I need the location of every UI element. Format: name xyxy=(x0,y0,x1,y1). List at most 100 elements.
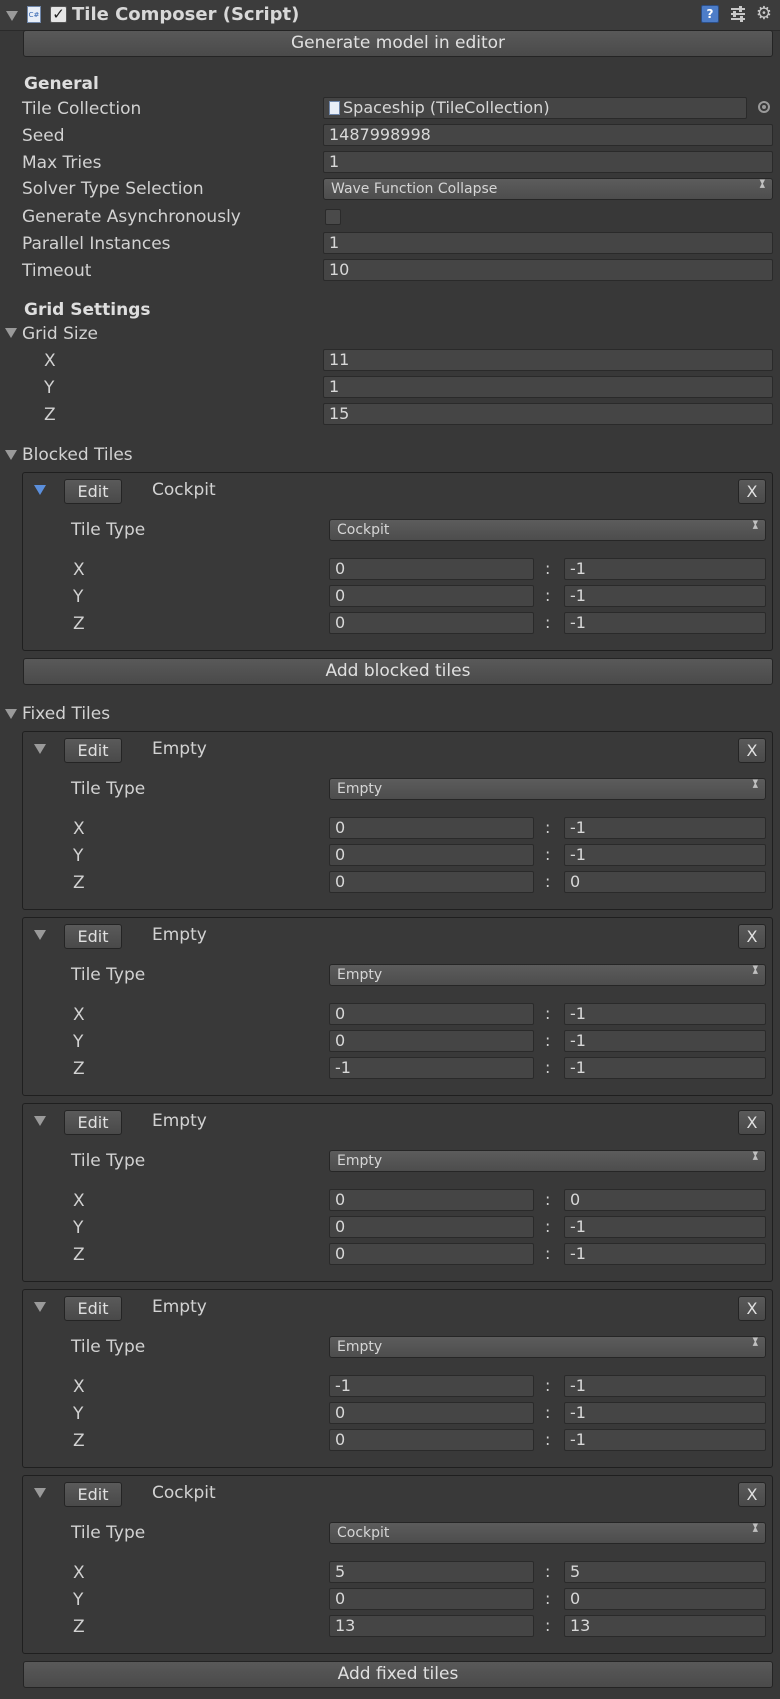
y-label: Y xyxy=(73,1218,84,1238)
tile-type-dropdown[interactable]: Empty ▲ ▼ xyxy=(329,778,766,800)
y-max-input[interactable]: -1 xyxy=(564,1030,766,1052)
y-min-input[interactable]: 0 xyxy=(329,585,534,607)
tile-collection-field[interactable]: Spaceship (TileCollection) xyxy=(323,97,747,119)
max-tries-label: Max Tries xyxy=(22,153,102,173)
grid-size-foldout-icon[interactable] xyxy=(5,328,17,338)
x-label: X xyxy=(73,1563,85,1583)
entry-foldout-icon[interactable] xyxy=(34,744,46,754)
edit-button[interactable]: Edit xyxy=(64,738,122,763)
x-max-input[interactable]: -1 xyxy=(564,558,766,580)
y-min-input[interactable]: 0 xyxy=(329,1030,534,1052)
edit-button[interactable]: Edit xyxy=(64,1110,122,1135)
x-max-input[interactable]: -1 xyxy=(564,1003,766,1025)
remove-button[interactable]: X xyxy=(738,738,766,763)
parallel-instances-input[interactable]: 1 xyxy=(323,232,773,254)
entry-foldout-icon[interactable] xyxy=(34,485,46,495)
edit-button[interactable]: Edit xyxy=(64,1296,122,1321)
range-separator: : xyxy=(545,1376,551,1395)
component-enabled-checkbox[interactable]: ✓ xyxy=(50,6,67,23)
entry-foldout-icon[interactable] xyxy=(34,930,46,940)
foldout-arrow-icon[interactable] xyxy=(6,11,18,21)
x-min-input[interactable]: 0 xyxy=(329,817,534,839)
script-icon: C# xyxy=(27,6,41,23)
fixed-tile-entry: Edit Empty X Tile Type Empty ▲ ▼ X -1: -1 Y 0: -1 Z 0:… xyxy=(22,1289,773,1468)
grid-z-input[interactable]: 15 xyxy=(323,403,773,425)
y-label: Y xyxy=(73,1032,84,1052)
preset-icon[interactable] xyxy=(729,5,747,23)
grid-x-input[interactable]: 11 xyxy=(323,349,773,371)
max-tries-input[interactable]: 1 xyxy=(323,151,773,173)
blocked-tiles-foldout-icon[interactable] xyxy=(5,450,17,460)
x-max-input[interactable]: -1 xyxy=(564,1375,766,1397)
z-min-input[interactable]: -1 xyxy=(329,1057,534,1079)
range-separator: : xyxy=(545,1190,551,1209)
dropdown-arrow-icon: ▲ ▼ xyxy=(752,1150,758,1161)
z-min-input[interactable]: 0 xyxy=(329,612,534,634)
y-max-input[interactable]: -1 xyxy=(564,1216,766,1238)
y-min-input[interactable]: 0 xyxy=(329,1402,534,1424)
grid-size-label: Grid Size xyxy=(22,324,98,344)
tile-type-value: Empty xyxy=(337,781,383,797)
grid-settings-heading: Grid Settings xyxy=(24,300,151,320)
x-min-input[interactable]: 5 xyxy=(329,1561,534,1583)
asset-file-icon xyxy=(329,101,340,115)
z-min-input[interactable]: 0 xyxy=(329,1429,534,1451)
z-max-input[interactable]: 13 xyxy=(564,1615,766,1637)
seed-input[interactable]: 1487998998 xyxy=(323,124,773,146)
add-fixed-tiles-button[interactable]: Add fixed tiles xyxy=(23,1661,773,1688)
grid-y-input[interactable]: 1 xyxy=(323,376,773,398)
z-min-input[interactable]: 0 xyxy=(329,1243,534,1265)
tile-type-dropdown[interactable]: Empty ▲ ▼ xyxy=(329,964,766,986)
generate-model-button[interactable]: Generate model in editor xyxy=(23,30,773,57)
x-min-input[interactable]: -1 xyxy=(329,1375,534,1397)
tile-type-dropdown[interactable]: Cockpit ▲ ▼ xyxy=(329,1522,766,1544)
tile-type-dropdown[interactable]: Cockpit ▲ ▼ xyxy=(329,519,766,541)
z-min-input[interactable]: 0 xyxy=(329,871,534,893)
remove-button[interactable]: X xyxy=(738,1296,766,1321)
y-max-input[interactable]: 0 xyxy=(564,1588,766,1610)
x-min-input[interactable]: 0 xyxy=(329,558,534,580)
fixed-tiles-foldout-icon[interactable] xyxy=(5,709,17,719)
tile-type-dropdown[interactable]: Empty ▲ ▼ xyxy=(329,1336,766,1358)
x-max-input[interactable]: -1 xyxy=(564,817,766,839)
gear-icon[interactable]: ⚙ xyxy=(755,5,773,23)
z-min-input[interactable]: 13 xyxy=(329,1615,534,1637)
z-max-input[interactable]: -1 xyxy=(564,1429,766,1451)
z-max-input[interactable]: -1 xyxy=(564,1243,766,1265)
z-max-input[interactable]: -1 xyxy=(564,1057,766,1079)
y-max-input[interactable]: -1 xyxy=(564,1402,766,1424)
remove-button[interactable]: X xyxy=(738,1110,766,1135)
entry-foldout-icon[interactable] xyxy=(34,1488,46,1498)
x-min-input[interactable]: 0 xyxy=(329,1003,534,1025)
solver-type-dropdown[interactable]: Wave Function Collapse ▲ ▼ xyxy=(323,178,773,200)
edit-button[interactable]: Edit xyxy=(64,479,122,504)
remove-button[interactable]: X xyxy=(738,924,766,949)
timeout-input[interactable]: 10 xyxy=(323,259,773,281)
y-min-input[interactable]: 0 xyxy=(329,1588,534,1610)
range-separator: : xyxy=(545,1403,551,1422)
entry-foldout-icon[interactable] xyxy=(34,1116,46,1126)
x-max-input[interactable]: 5 xyxy=(564,1561,766,1583)
object-picker-icon[interactable] xyxy=(758,101,770,113)
tile-type-label: Tile Type xyxy=(71,1151,146,1171)
tile-type-dropdown[interactable]: Empty ▲ ▼ xyxy=(329,1150,766,1172)
edit-button[interactable]: Edit xyxy=(64,924,122,949)
add-blocked-tiles-button[interactable]: Add blocked tiles xyxy=(23,658,773,685)
y-min-input[interactable]: 0 xyxy=(329,1216,534,1238)
help-icon[interactable]: ? xyxy=(701,5,719,23)
remove-button[interactable]: X xyxy=(738,479,766,504)
generate-async-checkbox[interactable] xyxy=(325,209,341,225)
y-label: Y xyxy=(73,1404,84,1424)
y-max-input[interactable]: -1 xyxy=(564,844,766,866)
edit-button[interactable]: Edit xyxy=(64,1482,122,1507)
tile-type-label: Tile Type xyxy=(71,779,146,799)
entry-foldout-icon[interactable] xyxy=(34,1302,46,1312)
z-label: Z xyxy=(73,1059,85,1079)
z-max-input[interactable]: -1 xyxy=(564,612,766,634)
x-max-input[interactable]: 0 xyxy=(564,1189,766,1211)
x-min-input[interactable]: 0 xyxy=(329,1189,534,1211)
remove-button[interactable]: X xyxy=(738,1482,766,1507)
y-max-input[interactable]: -1 xyxy=(564,585,766,607)
y-min-input[interactable]: 0 xyxy=(329,844,534,866)
z-max-input[interactable]: 0 xyxy=(564,871,766,893)
